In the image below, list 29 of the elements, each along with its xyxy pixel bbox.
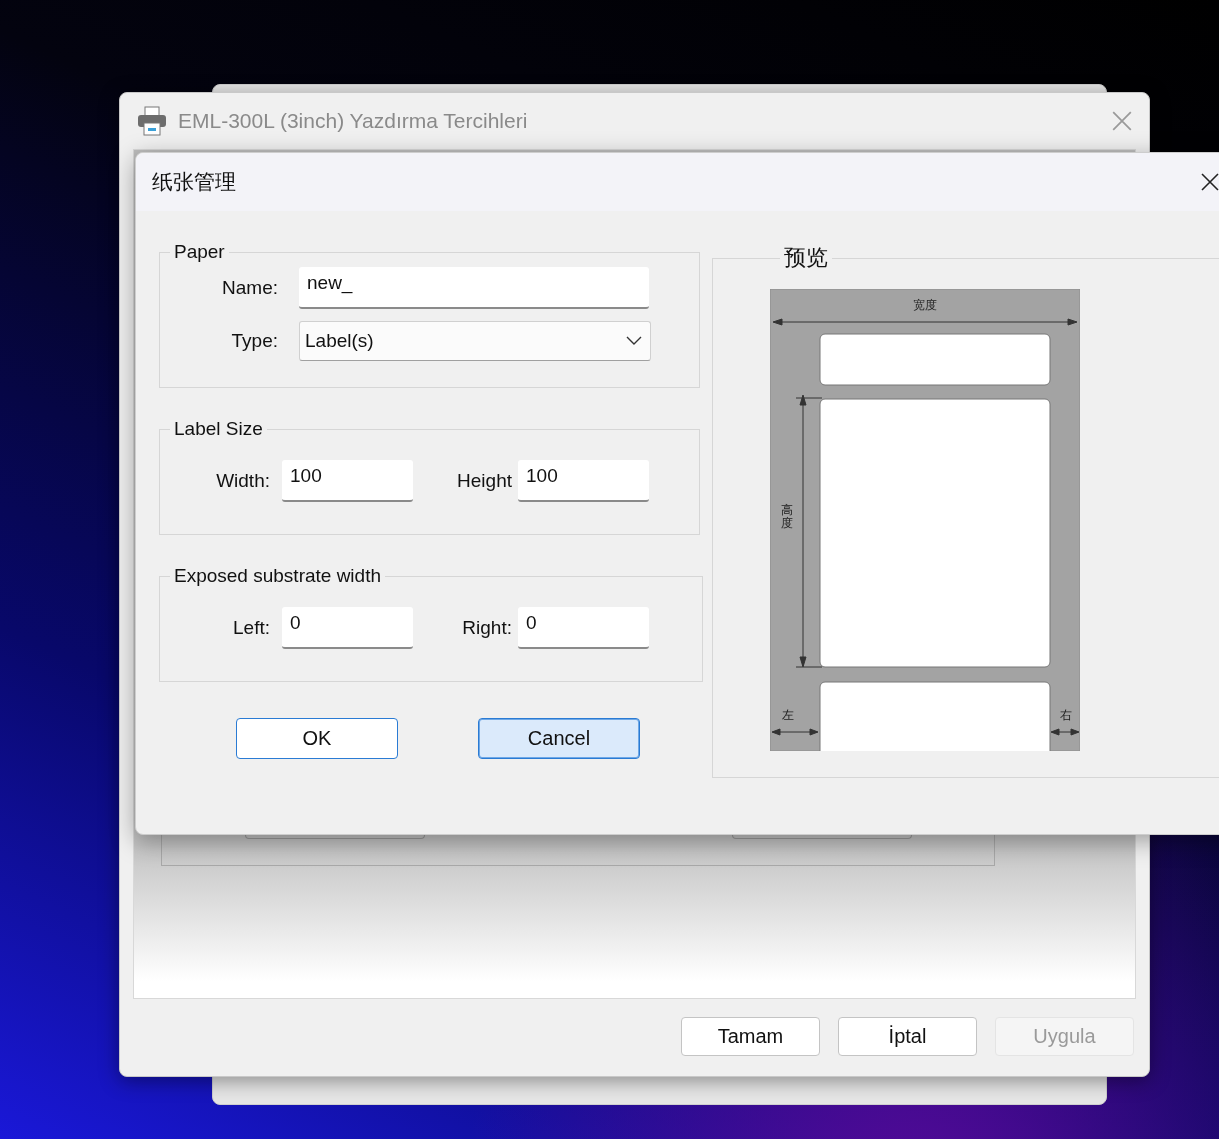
field-label: Height	[456, 470, 512, 492]
input-field[interactable]: 100	[282, 460, 413, 502]
dialog-button[interactable]: OK	[236, 718, 398, 759]
group-title: Paper	[173, 241, 226, 263]
input-field[interactable]: 0	[282, 607, 413, 649]
field-label: Right:	[461, 617, 512, 639]
group-title: Label Size	[173, 418, 264, 440]
group-title: 预览	[783, 244, 829, 272]
field-label: Name:	[221, 277, 278, 299]
printer-icon	[136, 106, 168, 136]
dialog-button[interactable]: Tamam	[681, 1017, 820, 1056]
dialog-button[interactable]: Cancel	[478, 718, 640, 759]
field-label: Width:	[215, 470, 270, 492]
left-label: 左	[782, 708, 794, 722]
close-icon[interactable]	[1200, 172, 1219, 192]
window-title: EML-300L (3inch) Yazdırma Tercihleri	[178, 109, 528, 133]
field-label: Left:	[232, 617, 270, 639]
type-dropdown[interactable]: Label(s)	[299, 321, 651, 361]
right-label: 右	[1060, 708, 1072, 722]
input-field[interactable]: 0	[518, 607, 649, 649]
dialog-button[interactable]: İptal	[838, 1017, 977, 1056]
dialog-title: 纸张管理	[152, 169, 236, 195]
field-label: Type:	[230, 330, 278, 352]
group-title: Exposed substrate width	[173, 565, 382, 587]
width-label: 宽度	[913, 298, 937, 312]
input-field[interactable]: new_	[299, 267, 649, 309]
height-label: 高度	[781, 503, 793, 530]
chevron-down-icon	[626, 336, 642, 346]
input-field[interactable]: 100	[518, 460, 649, 502]
